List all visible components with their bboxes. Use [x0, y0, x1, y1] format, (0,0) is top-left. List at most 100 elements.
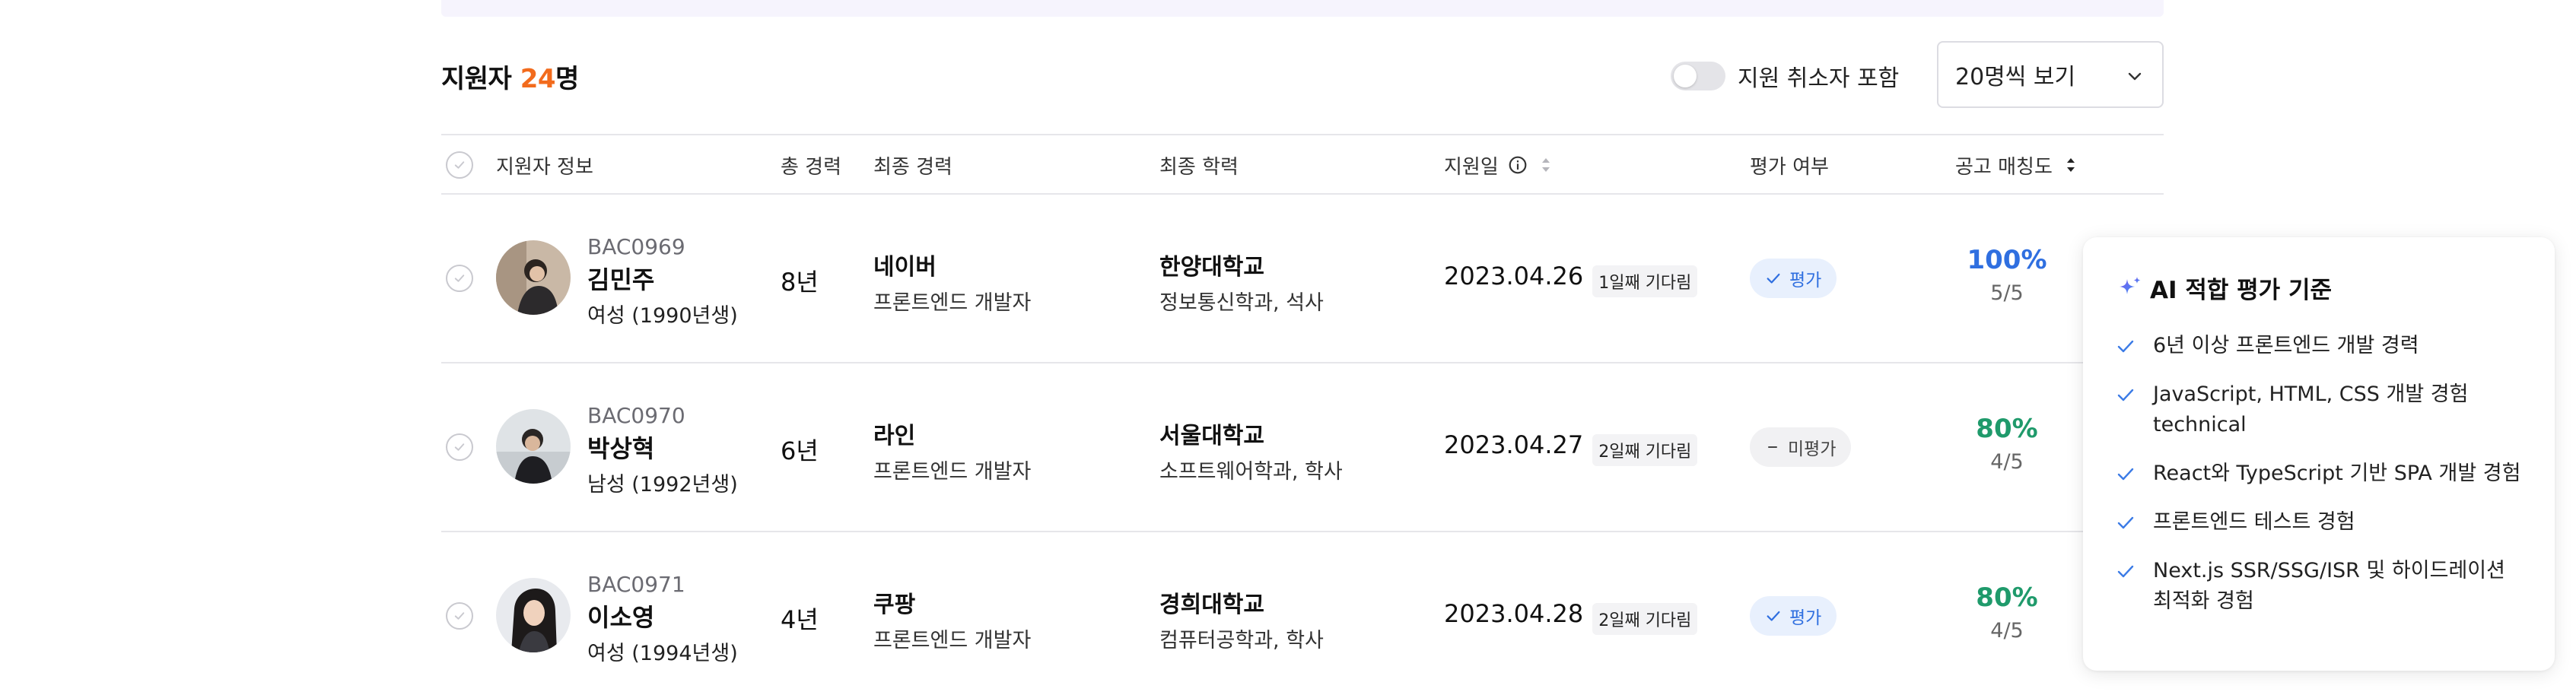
- last-job: 프론트엔드 개발자: [873, 291, 1032, 315]
- include-cancelled-label: 지원 취소자 포함: [1738, 65, 1900, 92]
- evaluation-label: 평가: [1789, 271, 1822, 290]
- table-row[interactable]: BAC0971 이소영 여성 (1994년생) 4년 쿠팡 프론트엔드 개발자 …: [441, 532, 2164, 695]
- evaluation-badge[interactable]: 평가: [1750, 259, 1837, 298]
- school: 서울대학교: [1159, 423, 1264, 449]
- col-applicant-info: 지원자 정보: [496, 155, 593, 179]
- applicant-id: BAC0969: [587, 234, 685, 259]
- table-header: 지원자 정보 총 경력 최종 경력 최종 학력 지원일 평가 여부 공고 매칭도: [441, 134, 2164, 195]
- applicant-meta: 여성 (1990년생): [587, 304, 738, 328]
- col-last-career: 최종 경력: [873, 155, 952, 179]
- minus-icon: [1768, 446, 1777, 448]
- include-cancelled-toggle[interactable]: [1671, 62, 1725, 90]
- avatar: [496, 240, 571, 315]
- sort-icon[interactable]: [1540, 155, 1552, 175]
- criterion-item: React와 TypeScript 기반 SPA 개발 경험: [2116, 459, 2524, 489]
- chevron-down-icon: [2128, 72, 2142, 81]
- sparkle-icon: [2120, 276, 2141, 294]
- last-company: 라인: [873, 423, 916, 449]
- wait-badge: 1일째 기다림: [1592, 265, 1698, 297]
- school: 경희대학교: [1159, 592, 1264, 618]
- sort-icon[interactable]: [2065, 155, 2077, 175]
- applicant-name[interactable]: 박상혁: [587, 430, 738, 465]
- total-career: 4년: [781, 605, 819, 634]
- school: 한양대학교: [1159, 254, 1264, 281]
- applicant-count: 24: [520, 64, 556, 94]
- evaluation-label: 미평가: [1788, 440, 1837, 459]
- col-apply-date[interactable]: 지원일: [1444, 135, 1552, 195]
- evaluation-badge[interactable]: 미평가: [1750, 427, 1852, 467]
- page-size-value: 20명씩 보기: [1955, 64, 2076, 90]
- row-checkbox[interactable]: [446, 602, 473, 630]
- apply-date: 2023.04.27: [1444, 430, 1584, 459]
- criterion-text: Next.js SSR/SSG/ISR 및 하이드레이션 최적화 경험: [2153, 559, 2505, 613]
- total-career: 8년: [781, 268, 819, 297]
- applicant-table: 지원자 정보 총 경력 최종 경력 최종 학력 지원일 평가 여부 공고 매칭도…: [441, 134, 2164, 695]
- match-score: 4/5: [1990, 450, 2024, 474]
- match-percent: 80%: [1976, 582, 2038, 613]
- top-banner: [441, 0, 2164, 17]
- criterion-text: JavaScript, HTML, CSS 개발 경험 technical: [2153, 382, 2469, 436]
- apply-date: 2023.04.26: [1444, 262, 1584, 290]
- select-all-checkbox[interactable]: [446, 151, 473, 179]
- applicant-meta: 남성 (1992년생): [587, 473, 738, 497]
- wait-badge: 2일째 기다림: [1592, 602, 1698, 635]
- check-icon: [2117, 389, 2134, 401]
- applicant-meta: 여성 (1994년생): [587, 642, 738, 665]
- wait-badge: 2일째 기다림: [1592, 433, 1698, 466]
- check-icon: [454, 443, 465, 451]
- check-icon: [454, 161, 465, 169]
- check-icon: [2117, 468, 2134, 481]
- last-company: 네이버: [873, 254, 937, 281]
- major: 정보통신학과, 석사: [1159, 291, 1324, 315]
- row-checkbox[interactable]: [446, 265, 473, 292]
- row-checkbox[interactable]: [446, 433, 473, 461]
- apply-date: 2023.04.28: [1444, 599, 1584, 628]
- last-job: 프론트엔드 개발자: [873, 460, 1032, 484]
- evaluation-label: 평가: [1789, 608, 1822, 628]
- criterion-item: Next.js SSR/SSG/ISR 및 하이드레이션 최적화 경험: [2116, 556, 2524, 617]
- check-icon: [454, 612, 465, 620]
- table-row[interactable]: BAC0969 김민주 여성 (1990년생) 8년 네이버 프론트엔드 개발자…: [441, 195, 2164, 363]
- col-match-label: 공고 매칭도: [1955, 155, 2053, 179]
- criterion-text: 프론트엔드 테스트 경험: [2153, 510, 2355, 534]
- evaluation-badge[interactable]: 평가: [1750, 596, 1837, 636]
- applicant-name[interactable]: 김민주: [587, 261, 738, 296]
- criterion-item: 6년 이상 프론트엔드 개발 경력: [2116, 331, 2524, 361]
- info-icon[interactable]: [1508, 155, 1528, 175]
- match-score: 4/5: [1990, 619, 2024, 643]
- include-cancelled-toggle-group: 지원 취소자 포함: [1671, 59, 1899, 93]
- avatar: [496, 409, 571, 484]
- criterion-text: React와 TypeScript 기반 SPA 개발 경험: [2153, 462, 2521, 485]
- page-size-select[interactable]: 20명씩 보기: [1937, 41, 2164, 108]
- col-apply-date-label: 지원일: [1444, 155, 1499, 179]
- list-header: 지원자 24명 지원 취소자 포함 20명씩 보기: [441, 40, 2164, 111]
- last-company: 쿠팡: [873, 592, 916, 618]
- applicant-name[interactable]: 이소영: [587, 598, 738, 633]
- match-percent: 100%: [1967, 245, 2047, 275]
- criterion-item: 프론트엔드 테스트 경험: [2116, 507, 2524, 538]
- col-evaluation: 평가 여부: [1750, 155, 1829, 179]
- match-percent: 80%: [1976, 414, 2038, 444]
- ai-criteria-popover: AI 적합 평가 기준 6년 이상 프론트엔드 개발 경력 JavaScript…: [2083, 237, 2555, 671]
- check-icon: [2117, 565, 2134, 578]
- major: 컴퓨터공학과, 학사: [1159, 629, 1324, 652]
- check-icon: [2117, 516, 2134, 529]
- check-icon: [454, 275, 465, 282]
- ai-criteria-title: AI 적합 평가 기준: [2116, 271, 2524, 305]
- applicant-id: BAC0971: [587, 572, 685, 597]
- last-job: 프론트엔드 개발자: [873, 629, 1032, 652]
- col-education: 최종 학력: [1159, 155, 1239, 179]
- table-row[interactable]: BAC0970 박상혁 남성 (1992년생) 6년 라인 프론트엔드 개발자 …: [441, 363, 2164, 532]
- col-match[interactable]: 공고 매칭도: [1955, 135, 2077, 195]
- col-total-career: 총 경력: [781, 155, 842, 179]
- match-score: 5/5: [1990, 281, 2024, 305]
- check-icon: [2117, 340, 2134, 353]
- applicant-id: BAC0970: [587, 403, 685, 428]
- criterion-text: 6년 이상 프론트엔드 개발 경력: [2153, 334, 2419, 357]
- check-icon: [1767, 273, 1780, 284]
- check-icon: [1767, 611, 1780, 621]
- avatar: [496, 578, 571, 652]
- total-career: 6년: [781, 436, 819, 465]
- major: 소프트웨어학과, 학사: [1159, 460, 1343, 484]
- criterion-item: JavaScript, HTML, CSS 개발 경험 technical: [2116, 379, 2524, 440]
